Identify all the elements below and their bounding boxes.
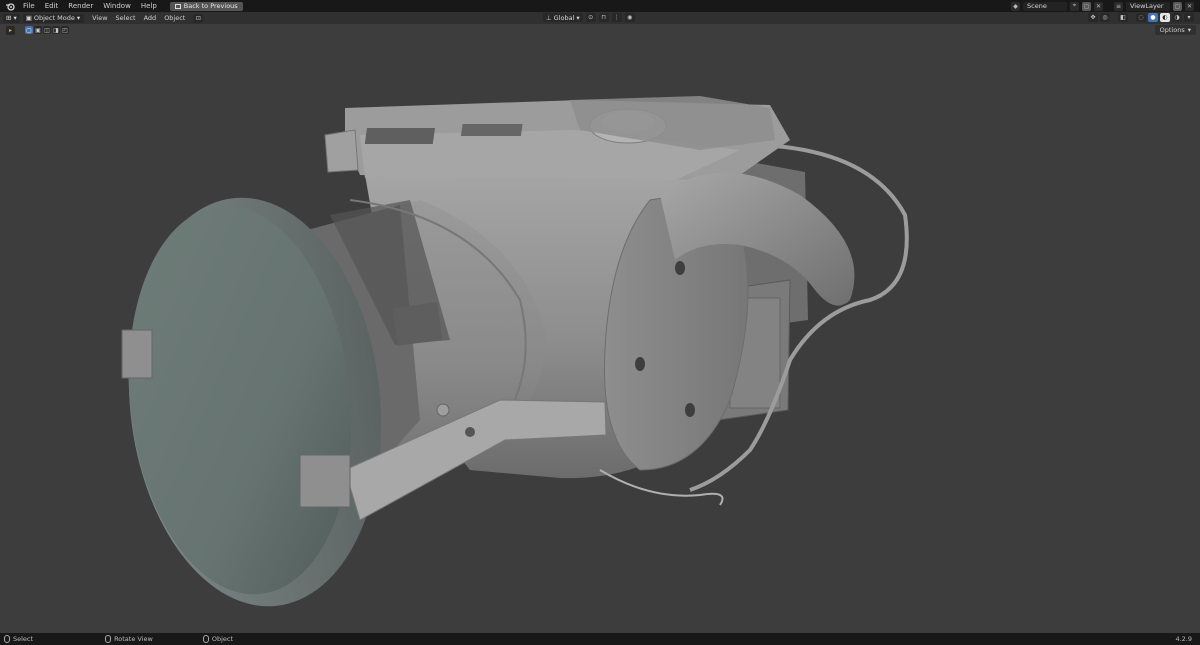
chevron-down-icon: ▾ xyxy=(13,14,17,22)
menu-help[interactable]: Help xyxy=(136,0,162,12)
menu-file[interactable]: File xyxy=(18,0,40,12)
header-menu-object[interactable]: Object xyxy=(160,12,189,24)
proportional-edit-icon[interactable]: ◉ xyxy=(624,13,635,22)
status-select: Select xyxy=(4,635,33,643)
mouse-middle-icon xyxy=(105,635,112,643)
viewport-scene xyxy=(121,96,909,607)
menu-edit[interactable]: Edit xyxy=(40,0,64,12)
header-menu-add[interactable]: Add xyxy=(140,12,161,24)
shading-options-icon[interactable]: ▾ xyxy=(1184,13,1194,22)
mode-selector[interactable]: ▣ Object Mode ▾ xyxy=(22,13,85,23)
orientation-selector[interactable]: ⊥ Global ▾ xyxy=(543,13,583,22)
status-rotate: Rotate View xyxy=(105,635,153,643)
wireframe-shading-icon[interactable]: ◌ xyxy=(1136,13,1146,22)
status-rotate-label: Rotate View xyxy=(114,635,153,643)
delete-view-layer-icon[interactable]: ✕ xyxy=(1185,1,1194,11)
orientation-label: Global xyxy=(553,13,575,22)
menu-window[interactable]: Window xyxy=(98,0,136,12)
select-invert-icon[interactable]: ◨ xyxy=(52,26,60,34)
material-preview-icon[interactable]: ◐ xyxy=(1160,13,1170,22)
pin-icon[interactable]: ⌖ xyxy=(1070,1,1079,11)
blender-logo-icon[interactable] xyxy=(2,0,18,12)
cube-icon: ⊞ xyxy=(6,14,12,22)
transform-pivot-icon[interactable]: ⊡ xyxy=(193,13,204,23)
selection-mode-group: ▢ ▣ ◫ ◨ ◰ xyxy=(25,26,69,34)
status-bar: Select Rotate View Object 4.2.9 xyxy=(0,633,1200,645)
select-new-icon[interactable]: ▢ xyxy=(25,26,33,34)
scene-field[interactable]: Scene xyxy=(1023,1,1067,11)
solid-shading-icon[interactable]: ● xyxy=(1148,13,1158,22)
version-label: 4.2.9 xyxy=(1175,635,1192,643)
xray-toggle-icon[interactable]: ◧ xyxy=(1118,13,1128,22)
global-axes-icon: ⊥ xyxy=(546,13,552,22)
tool-settings-row: ▸ ▢ ▣ ◫ ◨ ◰ Options ▾ xyxy=(0,24,1200,36)
options-chevron-icon: ▾ xyxy=(1187,26,1191,34)
menu-render[interactable]: Render xyxy=(63,0,98,12)
mouse-right-icon xyxy=(202,635,209,643)
status-object: Object xyxy=(202,635,234,643)
status-select-label: Select xyxy=(13,635,34,643)
select-extend-icon[interactable]: ▣ xyxy=(34,26,42,34)
view-layer-field[interactable]: ViewLayer xyxy=(1126,1,1170,11)
options-label: Options xyxy=(1159,26,1185,34)
options-dropdown[interactable]: Options ▾ xyxy=(1154,25,1196,35)
mode-label: Object Mode xyxy=(33,14,75,22)
top-housing xyxy=(324,96,790,185)
screen-icon xyxy=(174,3,181,9)
new-scene-icon[interactable]: ▢ xyxy=(1082,1,1091,11)
gizmo-toggle-icon[interactable]: ✥ xyxy=(1088,13,1098,22)
header-menu-view[interactable]: View xyxy=(88,12,111,24)
back-to-previous-button[interactable]: Back to Previous xyxy=(169,1,243,11)
view-layer-icon[interactable]: ≡ xyxy=(1114,1,1123,11)
snap-icon[interactable]: ⊓ xyxy=(598,13,609,22)
rendered-shading-icon[interactable]: ◑ xyxy=(1172,13,1182,22)
mode-chevron-icon: ▾ xyxy=(76,14,81,22)
back-to-previous-label: Back to Previous xyxy=(183,1,238,10)
mouse-left-icon xyxy=(4,635,10,643)
scene-icon[interactable]: ◆ xyxy=(1011,1,1020,11)
overlay-toggle-icon[interactable]: ◎ xyxy=(1100,13,1110,22)
pivot-point-icon[interactable]: ⊙ xyxy=(585,13,596,22)
snap-target-icon[interactable]: ⋮ xyxy=(611,13,622,22)
active-tool-icon[interactable]: ▸ xyxy=(6,25,15,35)
editor-type-button[interactable]: ⊞ ▾ xyxy=(3,13,20,23)
select-intersect-icon[interactable]: ◰ xyxy=(61,26,69,34)
status-object-label: Object xyxy=(211,635,234,643)
top-bar: File Edit Render Window Help Back to Pre… xyxy=(0,0,1200,12)
new-view-layer-icon[interactable]: ▢ xyxy=(1173,1,1182,11)
header-menu-select[interactable]: Select xyxy=(112,12,140,24)
delete-scene-icon[interactable]: ✕ xyxy=(1094,1,1103,11)
object-mode-icon: ▣ xyxy=(25,14,32,22)
scene-label: Scene xyxy=(1027,1,1047,10)
3d-viewport[interactable] xyxy=(0,24,1200,633)
view-layer-label: ViewLayer xyxy=(1130,1,1164,10)
select-subtract-icon[interactable]: ◫ xyxy=(43,26,51,34)
viewport-header: ⊞ ▾ ▣ Object Mode ▾ View Select Add Obje… xyxy=(0,12,1200,24)
orientation-chevron-icon: ▾ xyxy=(576,13,580,22)
